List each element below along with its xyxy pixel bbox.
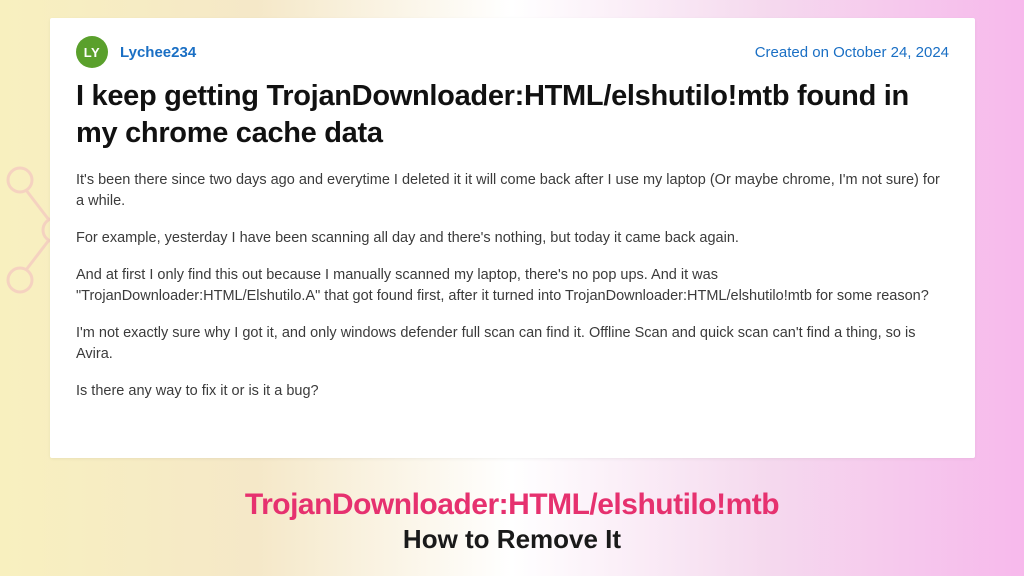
post-paragraph: For example, yesterday I have been scann… — [76, 228, 949, 249]
article-banner: TrojanDownloader:HTML/elshutilo!mtb How … — [0, 466, 1024, 576]
author-block: LY Lychee234 — [76, 36, 196, 68]
post-paragraph: It's been there since two days ago and e… — [76, 170, 949, 212]
author-name-link[interactable]: Lychee234 — [120, 44, 196, 61]
avatar[interactable]: LY — [76, 36, 108, 68]
created-date: Created on October 24, 2024 — [755, 44, 949, 61]
forum-post-card: LY Lychee234 Created on October 24, 2024… — [50, 18, 975, 458]
post-body: It's been there since two days ago and e… — [76, 170, 949, 402]
banner-threat-name: TrojanDownloader:HTML/elshutilo!mtb — [245, 488, 779, 522]
banner-subtitle: How to Remove It — [403, 524, 621, 555]
post-paragraph: And at first I only find this out becaus… — [76, 265, 949, 307]
post-paragraph: Is there any way to fix it or is it a bu… — [76, 381, 949, 402]
post-title: I keep getting TrojanDownloader:HTML/els… — [76, 78, 949, 152]
post-header: LY Lychee234 Created on October 24, 2024 — [76, 36, 949, 68]
post-paragraph: I'm not exactly sure why I got it, and o… — [76, 323, 949, 365]
